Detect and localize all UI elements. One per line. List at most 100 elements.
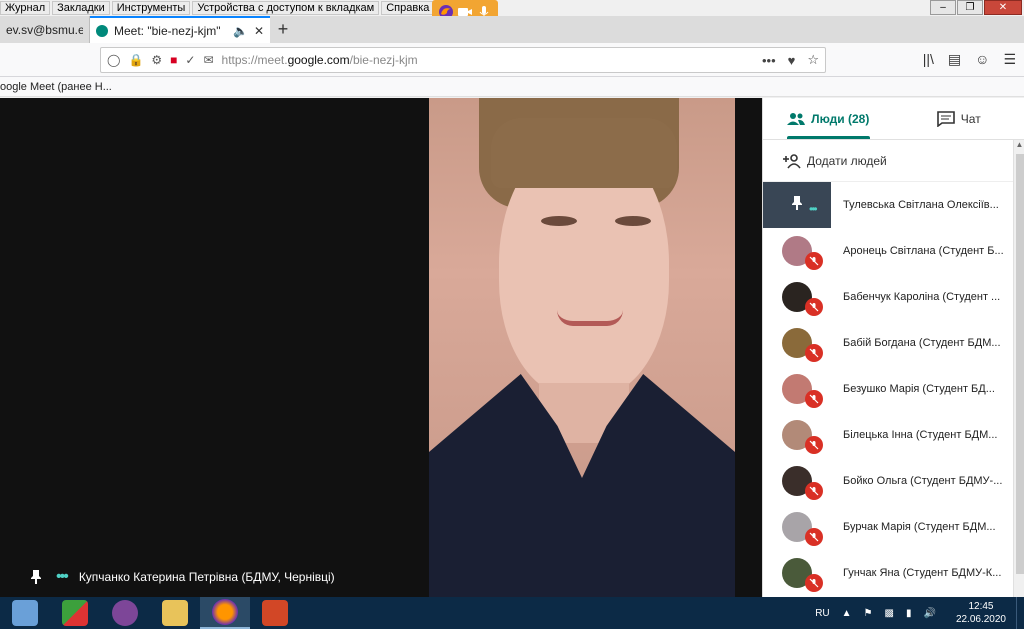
tab-meet[interactable]: Meet: "bie-nezj-kjm" 🔈 ✕ <box>90 16 270 43</box>
mic-muted-icon <box>805 298 823 316</box>
taskbar-app-green[interactable] <box>50 597 100 629</box>
speaker-icon[interactable]: 🔈 <box>233 24 248 38</box>
participant-name: Гунчак Яна (Студент БДМУ-К... <box>843 567 1002 579</box>
bookmark-star-icon[interactable]: ☆ <box>807 52 819 68</box>
taskbar-firefox[interactable] <box>200 597 250 629</box>
autoplay-icon[interactable]: ✓ <box>185 53 195 67</box>
participant-scrollbar[interactable]: ▲ <box>1013 140 1024 597</box>
powerpoint-icon <box>262 600 288 626</box>
participant-name: Білецька Інна (Студент БДМ... <box>843 429 998 441</box>
participant-row[interactable]: Аронець Світлана (Студент Б... <box>763 228 1013 274</box>
menu-synced-tabs[interactable]: Устройства с доступом к вкладкам <box>192 1 380 15</box>
menu-help[interactable]: Справка <box>381 1 435 15</box>
participant-name: Безушко Марія (Студент БД... <box>843 383 995 395</box>
menu-tools[interactable]: Инструменты <box>111 1 191 15</box>
url-text[interactable]: https://meet.google.com/bie-nezj-kjm <box>222 53 750 67</box>
people-tab-label: Люди (28) <box>811 111 870 126</box>
participant-name: Бабій Богдана (Студент БДМ... <box>843 337 1001 349</box>
taskbar-powerpoint[interactable] <box>250 597 300 629</box>
scroll-thumb[interactable] <box>1016 154 1024 574</box>
participant-row[interactable]: ••• Тулевська Світлана Олексіїв... <box>763 182 1013 228</box>
tab-email[interactable]: ev.sv@bsmu.ed <box>0 16 90 43</box>
participant-row[interactable]: Бабій Богдана (Студент БДМ... <box>763 320 1013 366</box>
clock-time: 12:45 <box>968 601 994 612</box>
video-area[interactable]: ••• Купчанко Катерина Петрівна (БДМУ, Че… <box>0 98 762 597</box>
maximize-button[interactable]: ❐ <box>957 0 983 15</box>
participant-row[interactable]: Безушко Марія (Студент БД... <box>763 366 1013 412</box>
lock-icon[interactable]: 🔒 <box>128 53 143 67</box>
taskbar-explorer[interactable] <box>150 597 200 629</box>
clock-date: 22.06.2020 <box>955 614 1006 625</box>
participant-row[interactable]: Бабенчук Кароліна (Студент ... <box>763 274 1013 320</box>
navigation-bar: ◯ 🔒 ⚙ ■ ✓ ✉ https://meet.google.com/bie-… <box>0 43 1024 77</box>
shield-icon[interactable]: ◯ <box>107 53 120 67</box>
participant-video <box>429 98 735 597</box>
mic-muted-icon <box>805 344 823 362</box>
participant-name: Бабенчук Кароліна (Студент ... <box>843 291 1001 303</box>
chart-app-icon <box>62 600 88 626</box>
add-people-button[interactable]: Додати людей <box>763 140 1024 182</box>
permissions-icon[interactable]: ⚙ <box>151 53 162 67</box>
minimize-button[interactable]: – <box>930 0 956 15</box>
signal-icon[interactable]: ▮ <box>906 608 912 619</box>
menu-history[interactable]: Журнал <box>0 1 51 15</box>
hamburger-menu-icon[interactable]: ☰ <box>1003 51 1016 68</box>
tab-title: ev.sv@bsmu.ed <box>6 22 83 37</box>
chat-icon <box>936 110 955 127</box>
participant-name: Тулевська Світлана Олексіїв... <box>843 199 999 211</box>
new-tab-button[interactable]: + <box>270 16 296 43</box>
participant-name: Бурчак Марія (Студент БДМ... <box>843 521 996 533</box>
firefox-icon <box>212 599 238 625</box>
bookmark-item[interactable]: oogle Meet (ранее H... <box>0 81 112 93</box>
mic-muted-icon <box>805 436 823 454</box>
taskbar-calculator[interactable] <box>0 597 50 629</box>
flag-icon[interactable]: ⚑ <box>864 608 873 619</box>
taskbar-tor[interactable] <box>100 597 150 629</box>
close-button[interactable]: ✕ <box>984 0 1022 15</box>
speaking-indicator-icon: ••• <box>56 568 69 585</box>
people-icon <box>787 112 806 125</box>
tray-expand-icon[interactable]: ▲ <box>842 608 852 619</box>
menu-bar: Журнал Закладки Инструменты Устройства с… <box>0 0 1024 16</box>
participant-list: ••• Тулевська Світлана Олексіїв... Ароне… <box>763 182 1013 597</box>
library-icon[interactable]: ||\ <box>923 51 934 68</box>
network-icon[interactable]: ▩ <box>885 608 894 619</box>
participant-row[interactable]: Бойко Ольга (Студент БДМУ-... <box>763 458 1013 504</box>
show-desktop-button[interactable] <box>1016 597 1024 629</box>
mic-muted-icon <box>805 528 823 546</box>
participant-name: Аронець Світлана (Студент Б... <box>843 245 1004 257</box>
mic-muted-icon <box>805 252 823 270</box>
pin-icon[interactable] <box>791 196 803 210</box>
panel-tabs: Люди (28) Чат <box>763 98 1024 140</box>
participant-row[interactable]: Гунчак Яна (Студент БДМУ-К... <box>763 550 1013 596</box>
language-indicator[interactable]: RU <box>815 608 829 619</box>
page-actions-icon[interactable]: ••• <box>762 53 776 68</box>
tab-chat[interactable]: Чат <box>894 98 1024 139</box>
menu-bookmarks[interactable]: Закладки <box>52 1 110 15</box>
camera-sharing-icon[interactable]: ■ <box>170 53 177 67</box>
chat-tab-label: Чат <box>960 111 981 126</box>
sidebar-icon[interactable]: ▤ <box>948 51 961 68</box>
tab-people[interactable]: Люди (28) <box>763 98 894 139</box>
mic-muted-icon <box>805 390 823 408</box>
participant-row[interactable]: Бурчак Марія (Студент БДМ... <box>763 504 1013 550</box>
people-panel: Люди (28) Чат Додати людей ••• Тулевська… <box>762 98 1024 597</box>
mic-muted-icon <box>805 482 823 500</box>
url-bar[interactable]: ◯ 🔒 ⚙ ■ ✓ ✉ https://meet.google.com/bie-… <box>100 47 826 73</box>
calculator-icon <box>12 600 38 626</box>
pin-icon[interactable] <box>30 570 42 584</box>
add-person-icon <box>783 153 801 169</box>
add-people-label: Додати людей <box>807 153 887 168</box>
notification-icon[interactable]: ✉ <box>203 53 213 67</box>
volume-icon[interactable]: 🔊 <box>923 608 935 619</box>
close-tab-icon[interactable]: ✕ <box>254 24 264 38</box>
windows-taskbar: RU ▲ ⚑ ▩ ▮ 🔊 12:45 22.06.2020 <box>0 597 1024 629</box>
scroll-up-icon[interactable]: ▲ <box>1014 140 1024 152</box>
speaking-indicator-icon: ••• <box>809 202 817 216</box>
clock[interactable]: 12:45 22.06.2020 <box>956 600 1006 626</box>
tab-title: Meet: "bie-nezj-kjm" <box>114 23 221 38</box>
pocket-icon[interactable]: ♥ <box>788 53 796 68</box>
account-icon[interactable]: ☺ <box>975 51 989 68</box>
speaker-label: ••• Купчанко Катерина Петрівна (БДМУ, Че… <box>30 568 335 586</box>
participant-row[interactable]: Білецька Інна (Студент БДМ... <box>763 412 1013 458</box>
